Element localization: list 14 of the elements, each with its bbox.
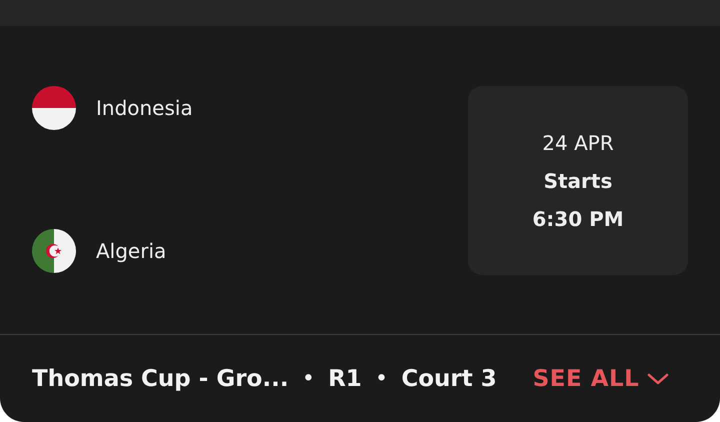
team-name: Algeria	[96, 239, 166, 263]
round-label: R1	[328, 366, 362, 392]
event-name: Thomas Cup - Gro...	[32, 366, 289, 392]
court-label: Court 3	[401, 366, 497, 392]
flag-icon	[32, 229, 76, 273]
flag-icon	[32, 86, 76, 130]
team-name: Indonesia	[96, 96, 193, 120]
see-all-button[interactable]: SEE ALL	[532, 366, 670, 392]
status-label: Starts	[544, 168, 612, 192]
match-time: 6:30 PM	[532, 206, 624, 230]
match-date: 24 APR	[542, 130, 614, 154]
separator: •	[302, 368, 314, 389]
separator: •	[376, 368, 388, 389]
chevron-down-icon	[647, 372, 670, 386]
